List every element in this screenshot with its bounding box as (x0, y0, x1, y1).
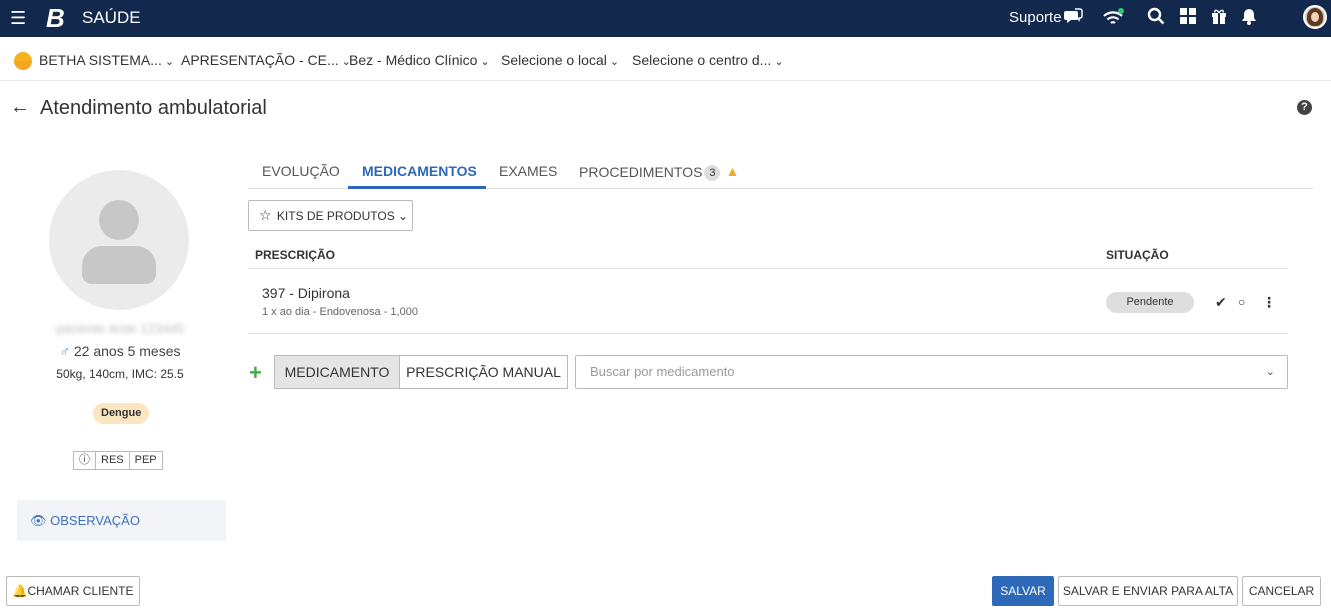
avatar-head (99, 200, 139, 240)
avatar-face (1311, 12, 1319, 22)
chevron-down-icon: ⌄ (609, 56, 620, 68)
patient-button-group: ⓘ RES PEP (73, 451, 163, 470)
local-selector[interactable]: Selecione o local ⌄ (501, 52, 619, 71)
patient-name: paciente teste 123445 (56, 321, 184, 336)
bell-icon: 🔔 (12, 584, 28, 598)
entity-label: BETHA SISTEMA... (39, 52, 162, 68)
hamburger-menu-icon[interactable]: ☰ (10, 9, 26, 27)
medication-name: 397 - Dipirona (262, 285, 350, 301)
help-icon[interactable]: ? (1297, 100, 1312, 115)
page-title: Atendimento ambulatorial (40, 97, 267, 119)
chevron-down-icon: ⌄ (774, 56, 784, 68)
cancel-button[interactable]: CANCELAR (1242, 576, 1321, 606)
medication-description: 1 x ao dia - Endovenosa - 1,000 (262, 306, 418, 318)
patient-age: ♂ 22 anos 5 meses (40, 343, 200, 359)
age-text: 22 anos 5 meses (73, 343, 181, 359)
tab-evolucao[interactable]: EVOLUÇÃO (262, 162, 340, 180)
save-and-discharge-button[interactable]: SALVAR E ENVIAR PARA ALTA (1058, 576, 1238, 606)
search-placeholder: Buscar por medicamento (590, 364, 735, 379)
context-bar: BETHA SISTEMA... ⌄ APRESENTAÇÃO - CE... ⌄ … (0, 37, 1331, 81)
chevron-down-icon: ⌄ (164, 56, 175, 68)
male-icon: ♂ (59, 343, 70, 359)
warning-icon: ▲ (725, 163, 740, 179)
table-divider (248, 268, 1288, 269)
medicamento-toggle[interactable]: MEDICAMENTO (274, 355, 400, 389)
local-label: Selecione o local (501, 52, 607, 68)
entity-logo-icon (14, 52, 32, 70)
chevron-down-icon: ⌄ (398, 209, 409, 223)
patient-avatar (49, 170, 189, 310)
tab-bar: EVOLUÇÃO MEDICAMENTOS EXAMES PROCEDIMENT… (248, 154, 1313, 189)
database-label: APRESENTAÇÃO - CE... (181, 52, 339, 68)
back-arrow-icon[interactable]: ← (10, 96, 30, 118)
save-button[interactable]: SALVAR (992, 576, 1054, 606)
chat-support-icon[interactable] (1062, 7, 1084, 29)
observacao-label: OBSERVAÇÃO (50, 513, 140, 528)
medication-search-input[interactable]: Buscar por medicamento ⌄ (575, 355, 1288, 389)
chevron-down-icon: ⌄ (1265, 366, 1275, 378)
tab-medicamentos[interactable]: MEDICAMENTOS (362, 162, 477, 180)
patient-measures: 50kg, 140cm, IMC: 25.5 (56, 367, 184, 381)
user-avatar[interactable] (1303, 5, 1327, 29)
check-icon[interactable]: ✔ (1215, 292, 1227, 312)
star-icon: ☆ (259, 207, 272, 223)
prescricao-manual-toggle[interactable]: PRESCRIÇÃO MANUAL (399, 355, 568, 389)
entity-selector[interactable]: BETHA SISTEMA... ⌄ (39, 52, 174, 71)
search-icon[interactable] (1145, 7, 1167, 29)
pep-button[interactable]: PEP (130, 452, 162, 469)
online-status-dot (1118, 8, 1124, 14)
table-divider (248, 333, 1288, 334)
info-button[interactable]: ⓘ (74, 452, 96, 469)
top-navbar: ☰ B SAÚDE Suporte (0, 0, 1331, 37)
chamar-cliente-button[interactable]: 🔔CHAMAR CLIENTE (6, 576, 140, 606)
procedimentos-count-badge: 3 (704, 165, 721, 181)
more-options-icon[interactable]: ⋮ (1262, 292, 1276, 312)
centro-label: Selecione o centro d... (632, 52, 772, 68)
professional-selector[interactable]: Bez - Médico Clínico ⌄ (349, 52, 490, 71)
tab-procedimentos[interactable]: PROCEDIMENTOS 3 ▲ (579, 162, 739, 181)
kits-dropdown-button[interactable]: ☆ KITS DE PRODUTOS ⌄ (248, 200, 413, 231)
tab-procedimentos-label: PROCEDIMENTOS (579, 164, 703, 180)
gift-icon[interactable] (1208, 7, 1230, 29)
condition-tag: Dengue (93, 403, 150, 424)
bell-icon[interactable] (1238, 7, 1260, 29)
app-name[interactable]: SAÚDE (82, 9, 141, 27)
database-selector[interactable]: APRESENTAÇÃO - CE... ⌄ (181, 52, 351, 71)
active-tab-indicator (348, 186, 486, 189)
col-prescricao: PRESCRIÇÃO (255, 248, 336, 262)
kits-label: KITS DE PRODUTOS (276, 209, 395, 223)
col-situacao: SITUAÇÃO (1106, 248, 1169, 262)
tab-exames[interactable]: EXAMES (499, 162, 557, 180)
status-badge: Pendente (1106, 292, 1194, 313)
add-icon[interactable]: + (249, 362, 262, 384)
professional-label: Bez - Médico Clínico (349, 52, 478, 68)
observacao-button[interactable]: 👁 OBSERVAÇÃO (17, 500, 226, 541)
circle-icon[interactable]: ○ (1238, 292, 1245, 312)
wifi-icon[interactable] (1102, 7, 1124, 29)
eye-icon: 👁 (30, 513, 47, 528)
res-button[interactable]: RES (96, 452, 130, 469)
betha-logo[interactable]: B (46, 4, 65, 32)
chevron-down-icon: ⌄ (480, 56, 490, 68)
chamar-label: CHAMAR CLIENTE (27, 584, 134, 598)
apps-grid-icon[interactable] (1177, 7, 1199, 29)
support-link[interactable]: Suporte (1009, 10, 1062, 26)
centro-selector[interactable]: Selecione o centro d... ⌄ (632, 52, 784, 71)
avatar-body (82, 246, 156, 284)
